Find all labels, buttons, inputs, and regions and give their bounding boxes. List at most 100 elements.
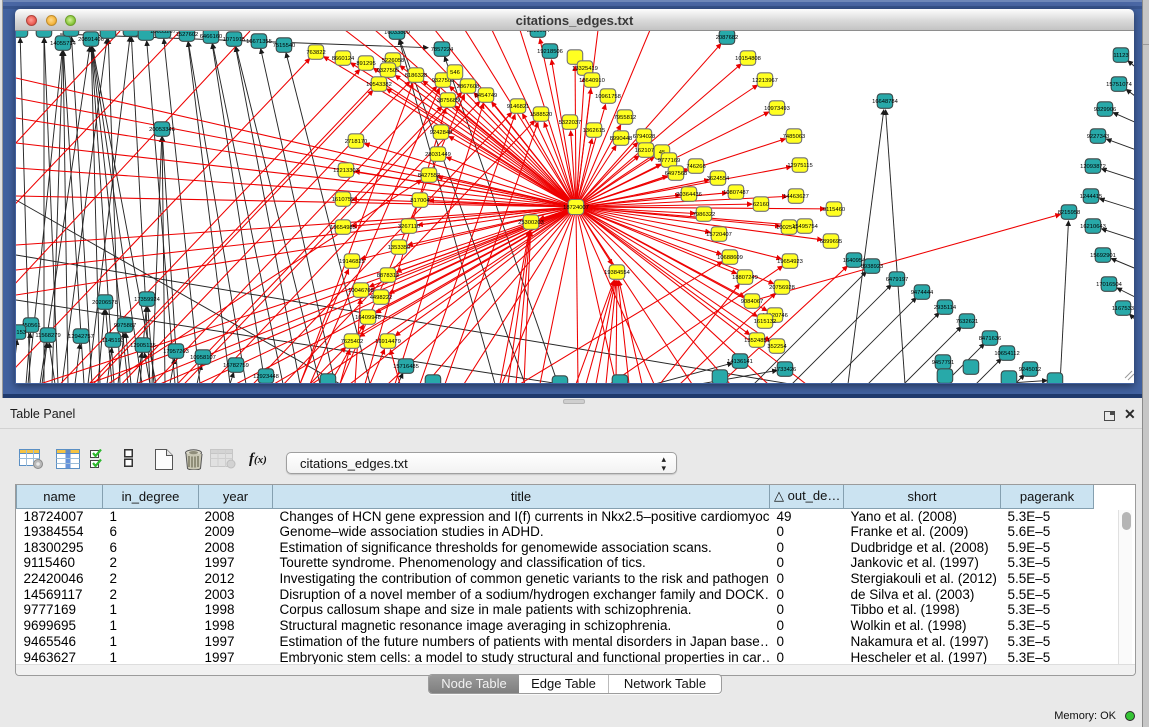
- svg-text:16409948: 16409948: [355, 315, 381, 321]
- svg-text:8186328: 8186328: [405, 73, 428, 79]
- svg-text:8454749: 8454749: [475, 93, 498, 99]
- svg-text:8215958: 8215958: [1058, 210, 1081, 216]
- svg-text:9329906: 9329906: [1094, 107, 1117, 113]
- svg-text:7485063: 7485063: [783, 134, 806, 140]
- svg-text:3875685: 3875685: [437, 98, 460, 104]
- svg-text:10543382: 10543382: [366, 82, 392, 88]
- svg-text:8938923: 8938923: [861, 264, 884, 270]
- svg-text:12942757: 12942757: [68, 334, 94, 340]
- svg-text:14136141: 14136141: [727, 359, 753, 365]
- svg-text:10654112: 10654112: [994, 351, 1019, 357]
- svg-text:8813054: 8813054: [527, 31, 550, 34]
- svg-text:15716485: 15716485: [393, 364, 419, 370]
- svg-text:18640910: 18640910: [579, 78, 605, 84]
- svg-text:19218506: 19218506: [537, 49, 563, 55]
- svg-text:14463627: 14463627: [783, 194, 809, 200]
- svg-text:11568279: 11568279: [35, 333, 60, 339]
- svg-text:1353359: 1353359: [388, 245, 411, 251]
- svg-text:8427552: 8427552: [418, 173, 441, 179]
- svg-text:546: 546: [450, 70, 460, 76]
- svg-text:11123: 11123: [1113, 53, 1128, 59]
- svg-text:10046768: 10046768: [348, 288, 374, 294]
- svg-text:8878312: 8878312: [377, 273, 400, 279]
- svg-text:6466160: 6466160: [200, 34, 223, 40]
- svg-text:9146821: 9146821: [507, 104, 530, 110]
- svg-text:2935114: 2935114: [934, 305, 957, 311]
- svg-text:9975887: 9975887: [114, 323, 137, 329]
- svg-text:16914479: 16914479: [375, 339, 401, 345]
- svg-text:17957263: 17957263: [163, 349, 189, 355]
- svg-text:6497568: 6497568: [665, 171, 688, 177]
- svg-text:15692901: 15692901: [1090, 253, 1116, 259]
- svg-text:20364436: 20364436: [676, 192, 702, 198]
- svg-text:15720407: 15720407: [706, 232, 732, 238]
- svg-text:9245012: 9245012: [1019, 367, 1042, 373]
- svg-text:39153: 39153: [16, 330, 26, 336]
- svg-text:6479197: 6479197: [886, 277, 909, 283]
- svg-text:891295: 891295: [356, 61, 375, 67]
- svg-text:1362615: 1362615: [583, 128, 606, 134]
- svg-text:12093872: 12093872: [1080, 164, 1106, 170]
- svg-text:2867608: 2867608: [457, 84, 480, 90]
- svg-text:13524851: 13524851: [744, 338, 770, 344]
- svg-text:10958107: 10958107: [190, 355, 216, 361]
- svg-text:1615132: 1615132: [754, 319, 777, 325]
- svg-text:7955812: 7955812: [614, 115, 637, 121]
- svg-text:16782759: 16782759: [223, 363, 249, 369]
- svg-text:10973493: 10973493: [764, 106, 790, 112]
- svg-text:15751074: 15751074: [1106, 82, 1133, 88]
- svg-text:1145193: 1145193: [102, 338, 124, 344]
- svg-text:19654923: 19654923: [777, 259, 803, 265]
- svg-text:16671355: 16671355: [246, 39, 272, 45]
- svg-text:746266: 746266: [686, 164, 705, 170]
- svg-text:15495754: 15495754: [792, 224, 819, 230]
- svg-text:20206578: 20206578: [92, 300, 118, 306]
- svg-text:7857224: 7857224: [431, 47, 454, 53]
- svg-text:12923448: 12923448: [253, 374, 279, 380]
- svg-text:10961758: 10961758: [595, 94, 621, 100]
- svg-text:1588520: 1588520: [530, 112, 553, 118]
- svg-text:1244415: 1244415: [1080, 194, 1103, 200]
- svg-text:19654985: 19654985: [330, 225, 356, 231]
- svg-text:1610755: 1610755: [332, 197, 355, 203]
- svg-text:9227343: 9227343: [1087, 134, 1110, 140]
- svg-text:17359924: 17359924: [134, 297, 161, 303]
- svg-text:9457791: 9457791: [932, 360, 955, 366]
- svg-text:20756928: 20756928: [769, 285, 795, 291]
- svg-text:9084067: 9084067: [741, 299, 764, 305]
- svg-text:16033809: 16033809: [384, 31, 410, 36]
- svg-text:2087682: 2087682: [716, 35, 739, 41]
- svg-text:19146825: 19146825: [339, 259, 365, 265]
- svg-text:12213303: 12213303: [333, 168, 359, 174]
- svg-text:12975115: 12975115: [787, 163, 812, 169]
- svg-text:6899695: 6899695: [820, 239, 843, 245]
- svg-text:10688609: 10688609: [717, 255, 743, 261]
- svg-text:28031449: 28031449: [425, 152, 451, 158]
- svg-text:2718170: 2718170: [345, 139, 368, 145]
- svg-text:16210643: 16210643: [1080, 224, 1106, 230]
- svg-text:62160: 62160: [753, 202, 769, 208]
- svg-text:13325419: 13325419: [572, 66, 598, 72]
- svg-text:9242848: 9242848: [430, 130, 453, 136]
- svg-text:8660124: 8660124: [332, 56, 355, 62]
- svg-text:5322037: 5322037: [559, 120, 582, 126]
- svg-text:6794028: 6794028: [633, 134, 656, 140]
- svg-text:8471636: 8471636: [979, 336, 1002, 342]
- svg-text:3267110: 3267110: [398, 224, 420, 230]
- svg-text:9115460: 9115460: [823, 207, 845, 213]
- svg-text:20891406: 20891406: [78, 37, 104, 43]
- svg-text:18807249: 18807249: [732, 275, 758, 281]
- svg-text:352254: 352254: [767, 344, 787, 350]
- svg-text:7986322: 7986322: [693, 212, 716, 218]
- svg-text:10807487: 10807487: [723, 190, 749, 196]
- svg-text:7625402: 7625402: [341, 339, 364, 345]
- svg-text:1167533: 1167533: [1112, 306, 1134, 312]
- svg-text:1733426: 1733426: [774, 367, 797, 373]
- svg-text:17016504: 17016504: [1096, 282, 1123, 288]
- svg-text:9327505: 9327505: [377, 68, 400, 74]
- svg-text:763822: 763822: [306, 50, 325, 56]
- svg-text:20053346: 20053346: [149, 127, 175, 133]
- svg-text:3624554: 3624554: [707, 176, 730, 182]
- svg-text:10653267: 10653267: [150, 31, 176, 35]
- svg-text:25300203: 25300203: [518, 220, 544, 226]
